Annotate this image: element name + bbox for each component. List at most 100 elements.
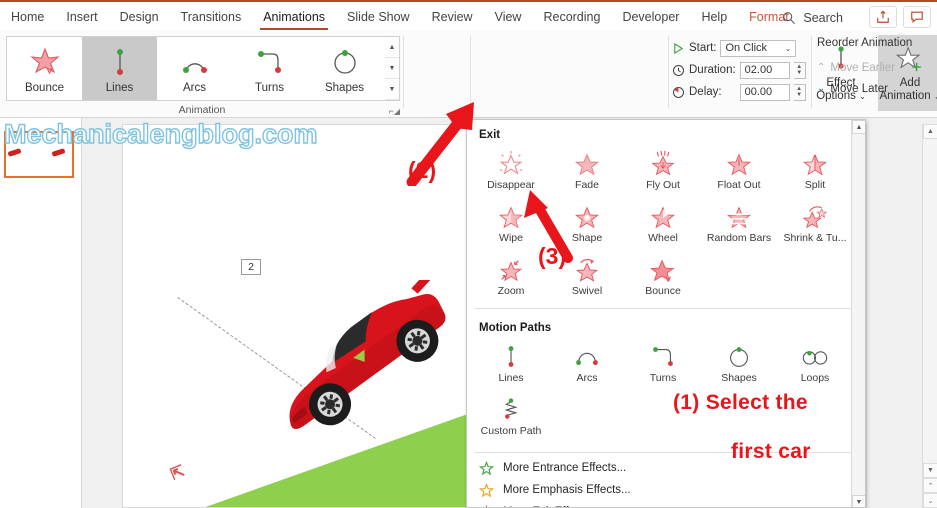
- gallery-label-shapes: Shapes: [324, 81, 364, 94]
- delay-stepper[interactable]: ▲ ▼: [793, 83, 806, 101]
- more-exit-effects-item[interactable]: More Exit Effects...: [467, 501, 865, 507]
- split-star-icon: [800, 149, 830, 179]
- scroll-up-icon[interactable]: ▲: [923, 124, 937, 139]
- arcs-path-icon: [178, 44, 212, 80]
- group-separator: [811, 36, 812, 108]
- effect-shrink-turn[interactable]: Shrink & Tu...: [777, 198, 853, 251]
- effect-label: Wheel: [648, 232, 678, 244]
- disappear-star-icon: [496, 149, 526, 179]
- path-turns[interactable]: Turns: [625, 338, 701, 391]
- path-lines[interactable]: Lines: [473, 338, 549, 391]
- more-emphasis-effects-label: More Emphasis Effects...: [503, 484, 631, 496]
- duration-value: 02.00: [744, 64, 773, 76]
- tab-recording[interactable]: Recording: [532, 3, 611, 32]
- gallery-item-arcs[interactable]: Arcs: [157, 37, 232, 100]
- menu-scroll-down-icon[interactable]: ▼: [852, 495, 865, 507]
- turns-path-icon: [253, 44, 287, 80]
- animation-gallery[interactable]: Bounce Lines Arcs Turns Shapes: [6, 36, 391, 101]
- tab-developer[interactable]: Developer: [611, 3, 690, 32]
- gallery-label-arcs: Arcs: [183, 81, 206, 94]
- path-label: Shapes: [721, 372, 757, 384]
- path-shapes[interactable]: Shapes: [701, 338, 777, 391]
- chevron-up-icon: ⌃: [817, 62, 826, 73]
- effect-bounce-exit[interactable]: Bounce: [625, 251, 701, 304]
- gallery-scroll-down-icon[interactable]: ▼: [385, 58, 399, 79]
- tab-slide-show[interactable]: Slide Show: [336, 3, 421, 32]
- delay-input[interactable]: 00.00: [739, 83, 790, 101]
- gallery-item-shapes[interactable]: Shapes: [307, 37, 382, 100]
- delay-clock-icon: [672, 86, 685, 98]
- animation-group-label: Animation: [178, 104, 226, 116]
- search-box[interactable]: Search: [782, 3, 843, 32]
- move-later-button[interactable]: ⌄ Move Later: [817, 78, 937, 99]
- next-slide-icon[interactable]: ⌄: [923, 493, 937, 508]
- window-action-icons: [869, 6, 931, 28]
- fly-out-star-icon: [648, 149, 678, 179]
- effect-split[interactable]: Split: [777, 145, 853, 198]
- scroll-down-icon[interactable]: ▼: [923, 463, 937, 478]
- start-select[interactable]: On Click ⌄: [720, 39, 797, 57]
- bounce-star-icon: [28, 44, 62, 80]
- gallery-scrollbar[interactable]: ▲ ▼ ▼: [385, 36, 400, 101]
- share-button[interactable]: [869, 6, 897, 28]
- menu-scroll-up-icon[interactable]: ▲: [852, 120, 865, 134]
- arcs-path-icon: [572, 342, 602, 372]
- bounce-star-icon: [648, 255, 678, 285]
- tab-transitions[interactable]: Transitions: [170, 3, 253, 32]
- exit-section-title: Exit: [479, 129, 501, 141]
- clock-icon: [672, 64, 685, 76]
- tab-review[interactable]: Review: [421, 3, 484, 32]
- menu-scrollbar[interactable]: ▲ ▼: [851, 120, 865, 507]
- duration-label: Duration:: [689, 64, 736, 76]
- tab-help[interactable]: Help: [690, 3, 738, 32]
- gallery-item-turns[interactable]: Turns: [232, 37, 307, 100]
- slide-vertical-scrollbar[interactable]: ▲ ▼ ⌃ ⌄: [922, 124, 937, 508]
- more-effects-list: More Entrance Effects... More Emphasis E…: [467, 457, 865, 507]
- gallery-item-bounce[interactable]: Bounce: [7, 37, 82, 100]
- animation-order-marker[interactable]: 2: [241, 259, 261, 275]
- effect-label: Split: [804, 179, 826, 191]
- effect-fly-out[interactable]: Fly Out: [625, 145, 701, 198]
- car-object[interactable]: [253, 273, 473, 455]
- tab-home[interactable]: Home: [0, 3, 55, 32]
- custom-path-icon: [497, 395, 525, 425]
- annotation-arrow-3: [524, 190, 573, 263]
- search-label: Search: [803, 10, 843, 25]
- slide-thumbnail-pane[interactable]: [0, 118, 82, 508]
- wheel-star-icon: [648, 202, 678, 232]
- gallery-scroll-up-icon[interactable]: ▲: [385, 37, 399, 58]
- chevron-down-icon: ⌄: [784, 43, 792, 53]
- duration-stepper[interactable]: ▲ ▼: [793, 61, 806, 79]
- ribbon-tabs: Home Insert Design Transitions Animation…: [0, 3, 800, 32]
- timing-controls: Start: On Click ⌄ Duration: 02.00 ▲ ▼ De…: [672, 37, 807, 103]
- more-emphasis-effects-item[interactable]: More Emphasis Effects...: [467, 479, 865, 501]
- loops-path-icon: [799, 342, 831, 372]
- gallery-item-lines[interactable]: Lines: [82, 37, 157, 100]
- tab-insert[interactable]: Insert: [55, 3, 108, 32]
- red-star-icon: [485, 504, 488, 507]
- lines-path-icon: [105, 44, 135, 80]
- shrink-turn-star-icon: [800, 202, 830, 232]
- search-icon: [783, 11, 796, 24]
- move-earlier-button[interactable]: ⌃ Move Earlier: [817, 57, 937, 78]
- effect-label: Swivel: [571, 285, 603, 297]
- ribbon-tab-bar: Home Insert Design Transitions Animation…: [0, 0, 937, 31]
- path-loops[interactable]: Loops: [777, 338, 853, 391]
- tab-view[interactable]: View: [484, 3, 533, 32]
- shapes-path-icon: [328, 44, 362, 80]
- duration-row: Duration: 02.00 ▲ ▼: [672, 59, 807, 81]
- effect-wheel[interactable]: Wheel: [625, 198, 701, 251]
- path-custom[interactable]: Custom Path: [473, 391, 549, 444]
- comment-button[interactable]: [903, 6, 931, 28]
- duration-input[interactable]: 02.00: [739, 61, 790, 79]
- tab-animations[interactable]: Animations: [252, 3, 336, 32]
- tab-design[interactable]: Design: [109, 3, 170, 32]
- pane-divider[interactable]: [82, 118, 122, 508]
- fade-star-icon: [572, 149, 602, 179]
- annotation-label-1: (1) Select the: [673, 391, 808, 414]
- effect-float-out[interactable]: Float Out: [701, 145, 777, 198]
- powerpoint-window: Home Insert Design Transitions Animation…: [0, 0, 937, 508]
- path-arcs[interactable]: Arcs: [549, 338, 625, 391]
- effect-random-bars[interactable]: Random Bars: [701, 198, 777, 251]
- previous-slide-icon[interactable]: ⌃: [923, 478, 937, 493]
